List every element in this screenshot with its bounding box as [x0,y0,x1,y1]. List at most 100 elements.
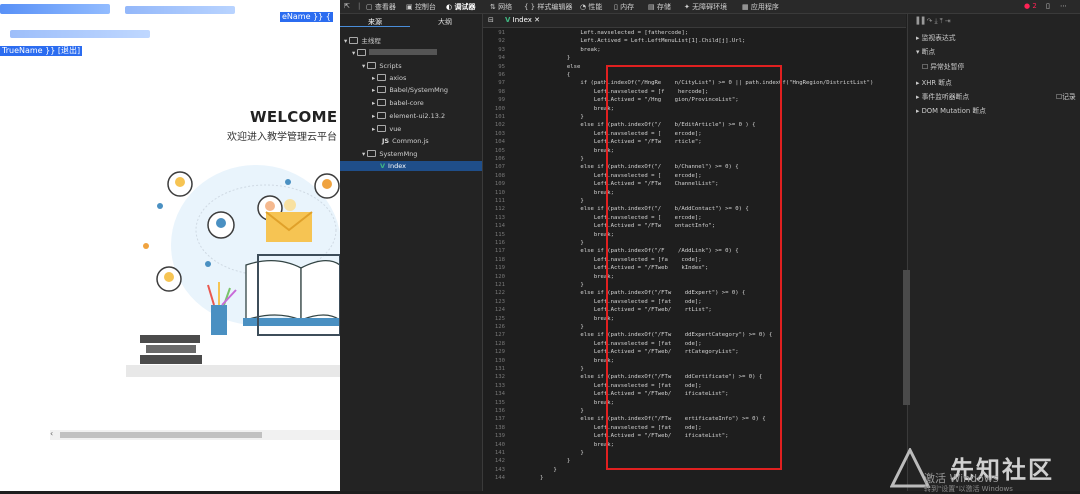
tree-item-common-js[interactable]: JS Common.js [382,136,429,146]
scrollbar-thumb[interactable] [60,432,262,438]
tree-item-host[interactable]: ▾ [352,48,438,58]
line-number[interactable]: 121 [483,282,505,288]
username-logout-link[interactable]: TrueName }} [退出] [0,46,83,56]
section-event-listener-breakpoints[interactable]: ▸ 事件监听器断点 [916,91,969,101]
error-badge[interactable]: ● 2 [1024,2,1037,10]
line-number[interactable]: 91 [483,30,505,36]
tree-item-main-thread[interactable]: ▾ 主线程 [344,36,381,46]
tab-storage[interactable]: ▤ 存储 [648,2,671,12]
active-tab-underline [340,26,410,27]
line-number[interactable]: 140 [483,442,505,448]
line-number[interactable]: 131 [483,366,505,372]
line-number[interactable]: 103 [483,131,505,137]
more-options-icon[interactable]: ⋯ [1060,2,1067,10]
line-number[interactable]: 136 [483,408,505,414]
line-number[interactable]: 115 [483,232,505,238]
tree-item-element-ui[interactable]: ▸ element-ui2.13.2 [372,111,445,121]
line-number[interactable]: 93 [483,47,505,53]
section-dom-mutation[interactable]: ▸ DOM Mutation 断点 [916,105,986,115]
line-number[interactable]: 120 [483,274,505,280]
line-number[interactable]: 105 [483,148,505,154]
tab-console[interactable]: ▣ 控制台 [406,2,436,12]
tree-item-index[interactable]: V Index [340,161,482,171]
line-number[interactable]: 117 [483,248,505,254]
line-number[interactable]: 139 [483,433,505,439]
editor-tab-index[interactable]: V Index ✕ [505,16,540,24]
line-number[interactable]: 107 [483,164,505,170]
line-number[interactable]: 95 [483,64,505,70]
line-number[interactable]: 97 [483,80,505,86]
line-number[interactable]: 92 [483,38,505,44]
line-number[interactable]: 110 [483,190,505,196]
tab-inspector[interactable]: ▢ 查看器 [366,2,396,12]
line-number[interactable]: 130 [483,358,505,364]
section-breakpoints[interactable]: ▾ 断点 [916,46,935,56]
line-number[interactable]: 127 [483,332,505,338]
line-number[interactable]: 132 [483,374,505,380]
code-line: break; [513,46,601,53]
tree-item-babel-systemmng[interactable]: ▸ Babel/SystemMng [372,85,448,95]
line-number[interactable]: 123 [483,299,505,305]
line-number[interactable]: 124 [483,307,505,313]
tab-outline[interactable]: 大纲 [438,17,452,27]
tree-item-systemmng[interactable]: ▾ SystemMng [362,149,417,159]
tab-accessibility[interactable]: ✦ 无障碍环境 [684,2,727,12]
line-number[interactable]: 129 [483,349,505,355]
dock-icon[interactable]: ▯ [1046,2,1050,10]
code-line: } [513,282,584,288]
line-number[interactable]: 104 [483,139,505,145]
tab-performance[interactable]: ◔ 性能 [580,2,602,12]
line-number[interactable]: 96 [483,72,505,78]
line-number[interactable]: 106 [483,156,505,162]
line-number[interactable]: 119 [483,265,505,271]
line-number[interactable]: 111 [483,198,505,204]
tab-style-editor[interactable]: { } 样式编辑器 [524,2,572,12]
line-number[interactable]: 118 [483,257,505,263]
line-number[interactable]: 114 [483,223,505,229]
pick-element-icon[interactable]: ⇱ [344,2,350,10]
line-number[interactable]: 135 [483,400,505,406]
code-line: break; [513,105,615,112]
pause-on-exceptions[interactable]: ☐ 异常处暂停 [922,61,964,71]
section-watch[interactable]: ▸ 监视表达式 [916,32,956,42]
line-number[interactable]: 100 [483,106,505,112]
line-number[interactable]: 138 [483,425,505,431]
line-number[interactable]: 116 [483,240,505,246]
line-number[interactable]: 101 [483,114,505,120]
line-number[interactable]: 109 [483,181,505,187]
line-number[interactable]: 108 [483,173,505,179]
line-number[interactable]: 143 [483,467,505,473]
toggle-sidebar-icon[interactable]: ⊟ [488,16,494,24]
tree-item-scripts[interactable]: ▾ Scripts [362,61,402,71]
tab-application[interactable]: ▦ 应用程序 [742,2,779,12]
line-number[interactable]: 128 [483,341,505,347]
section-xhr-breakpoints[interactable]: ▸ XHR 断点 [916,77,952,87]
debug-controls[interactable]: ▐▐ ↷ ⤓ ⤒ ⇥ [914,17,951,26]
horizontal-scrollbar[interactable]: ‹ [50,429,340,440]
tab-network[interactable]: ⇅ 网络 [490,2,512,12]
line-number[interactable]: 98 [483,89,505,95]
editor-vertical-scrollbar[interactable] [903,270,910,405]
scroll-left-icon[interactable]: ‹ [50,429,53,438]
welcome-title: WELCOME [250,108,338,126]
line-number[interactable]: 134 [483,391,505,397]
line-number[interactable]: 125 [483,316,505,322]
line-number[interactable]: 126 [483,324,505,330]
tree-item-vue[interactable]: ▸ vue [372,124,401,134]
line-number[interactable]: 142 [483,458,505,464]
tree-item-axios[interactable]: ▸ axios [372,73,406,83]
line-number[interactable]: 137 [483,416,505,422]
line-number[interactable]: 102 [483,122,505,128]
tab-debugger[interactable]: ◐ 调试器 [446,2,476,12]
line-number[interactable]: 112 [483,206,505,212]
line-number[interactable]: 133 [483,383,505,389]
line-number[interactable]: 113 [483,215,505,221]
log-checkbox[interactable]: ☐记录 [1056,91,1076,101]
tree-item-babel-core[interactable]: ▸ babel-core [372,98,424,108]
line-number[interactable]: 99 [483,97,505,103]
line-number[interactable]: 94 [483,55,505,61]
line-number[interactable]: 141 [483,450,505,456]
tab-memory[interactable]: ▯ 内存 [614,2,634,12]
line-number[interactable]: 122 [483,290,505,296]
line-number[interactable]: 144 [483,475,505,481]
